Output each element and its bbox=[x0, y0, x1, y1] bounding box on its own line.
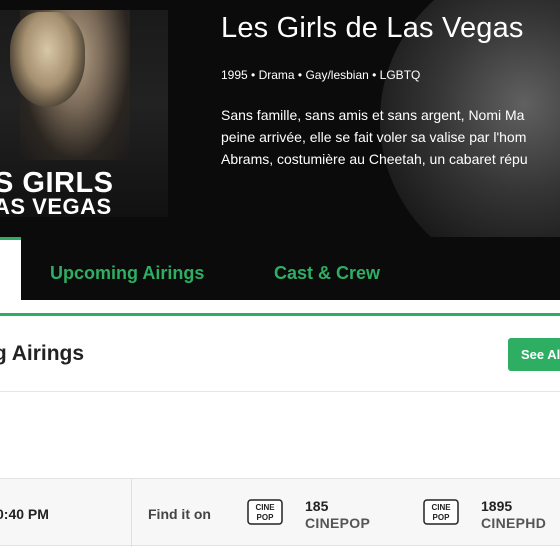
movie-synopsis: Sans famille, sans amis et sans argent, … bbox=[221, 104, 528, 170]
poster-hair bbox=[10, 12, 85, 107]
airing-time: 0:40 PM bbox=[0, 506, 49, 522]
svg-text:POP: POP bbox=[433, 513, 451, 522]
channel-name: CINEPOP bbox=[305, 515, 371, 531]
channel-number: 185 bbox=[305, 498, 329, 514]
movie-title: Les Girls de Las Vegas bbox=[221, 12, 524, 44]
find-it-on-label: Find it on bbox=[148, 506, 211, 522]
svg-text:CINE: CINE bbox=[431, 503, 451, 512]
synopsis-line: Sans famille, sans amis et sans argent, … bbox=[221, 107, 525, 123]
svg-text:CINE: CINE bbox=[255, 503, 275, 512]
see-all-button[interactable]: See Al bbox=[508, 338, 560, 371]
tab-upcoming-airings[interactable]: Upcoming Airings bbox=[50, 263, 204, 284]
movie-meta: 1995 • Drama • Gay/lesbian • LGBTQ bbox=[221, 68, 421, 82]
tab-overview-active[interactable] bbox=[0, 237, 21, 300]
airing-row[interactable]: 0:40 PM Find it on CINE POP 185 CINEPOP … bbox=[0, 478, 560, 547]
tab-bar: Upcoming Airings Cast & Crew bbox=[0, 237, 560, 300]
tab-cast-crew[interactable]: Cast & Crew bbox=[274, 263, 380, 284]
svg-text:POP: POP bbox=[257, 513, 275, 522]
cinepop-logo-icon: CINE POP bbox=[247, 499, 283, 525]
cinepop-logo-icon: CINE POP bbox=[423, 499, 459, 525]
upcoming-airings-header: ng Airings See Al bbox=[0, 316, 560, 392]
synopsis-line: peine arrivée, elle se fait voler sa val… bbox=[221, 129, 527, 145]
movie-poster[interactable]: S GIRLS AS VEGAS bbox=[0, 10, 168, 217]
section-title: ng Airings bbox=[0, 342, 85, 365]
poster-title-line2: AS VEGAS bbox=[0, 194, 112, 217]
row-divider bbox=[131, 479, 132, 547]
channel-name: CINEPHD bbox=[481, 515, 547, 531]
synopsis-line: Abrams, costumière au Cheetah, un cabare… bbox=[221, 151, 528, 167]
hero-banner: S GIRLS AS VEGAS Les Girls de Las Vegas … bbox=[0, 0, 560, 237]
channel-number: 1895 bbox=[481, 498, 513, 514]
